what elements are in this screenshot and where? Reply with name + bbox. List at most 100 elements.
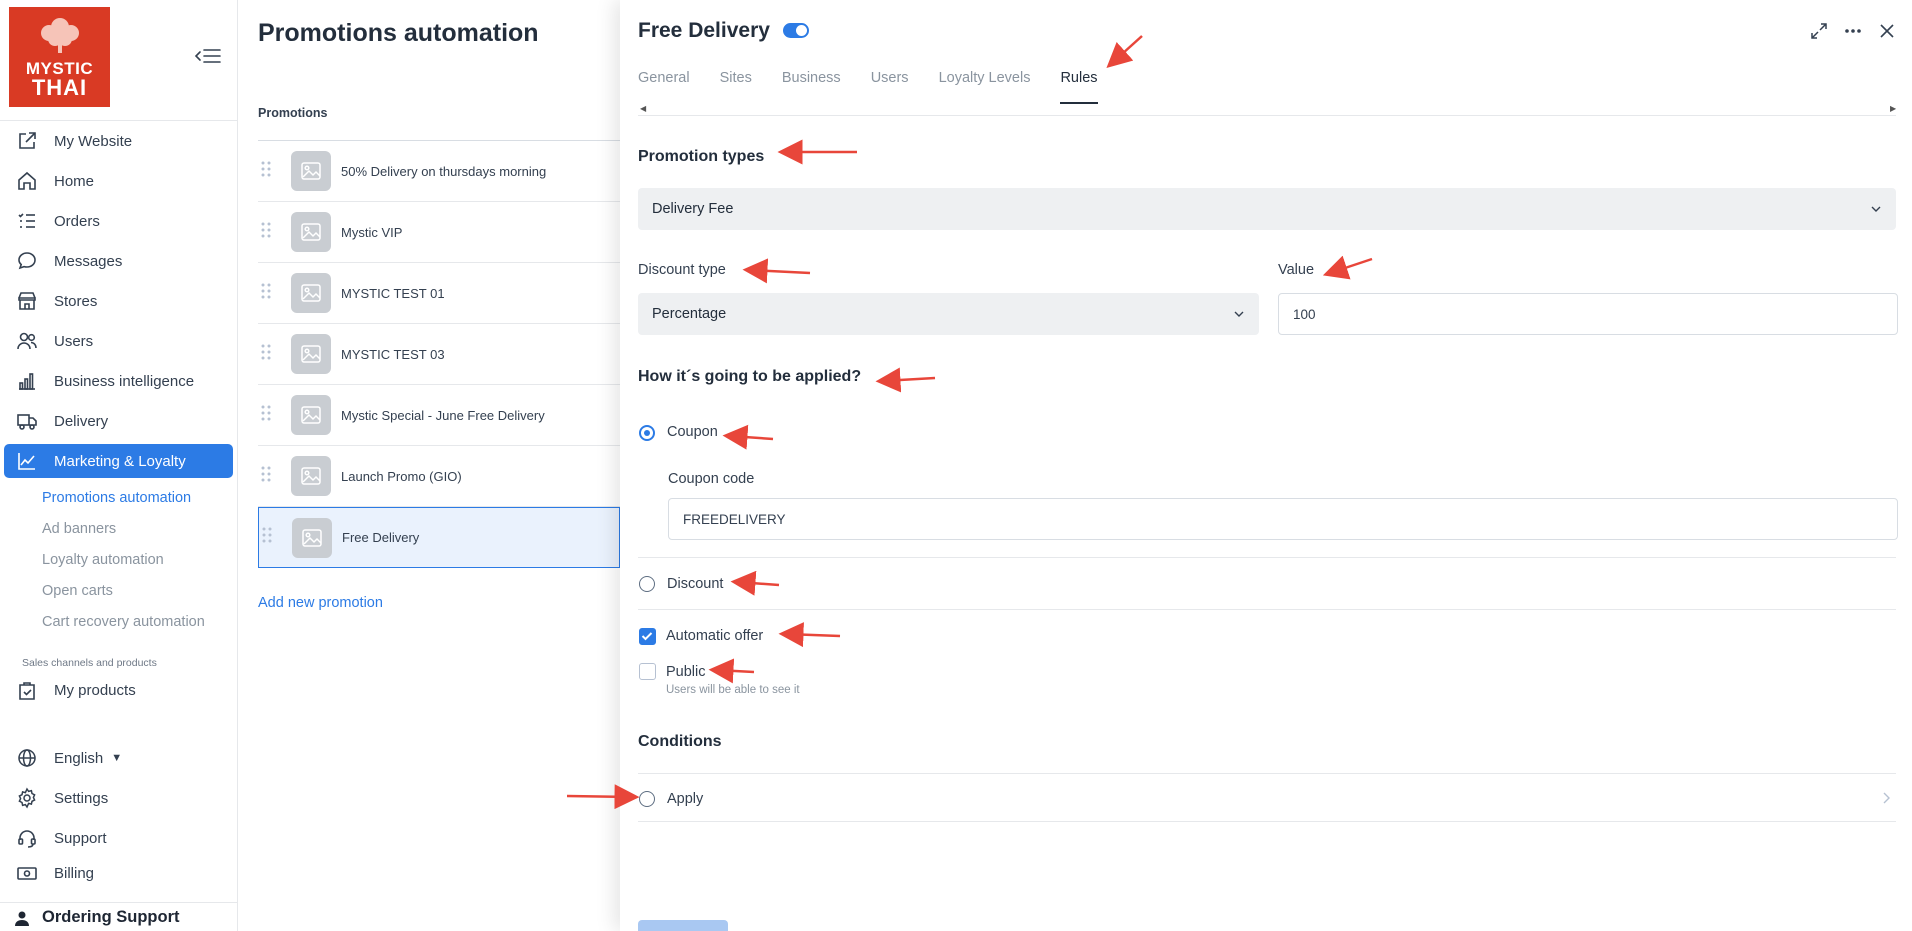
headset-icon — [18, 830, 36, 848]
automatic-offer-label: Automatic offer — [666, 628, 764, 644]
sidebar: MYSTIC THAI My Website Home Orders Messa… — [0, 0, 238, 931]
subnav-promotions-automation[interactable]: Promotions automation — [42, 490, 191, 506]
enabled-toggle[interactable] — [783, 23, 809, 38]
promotion-row[interactable]: MYSTIC TEST 03 — [258, 324, 620, 385]
automatic-offer-checkbox[interactable] — [639, 628, 656, 645]
expand-icon[interactable] — [1808, 20, 1830, 42]
nav-stores[interactable]: Stores — [4, 284, 233, 318]
subnav-loyalty-automation[interactable]: Loyalty automation — [42, 552, 164, 568]
users-icon — [17, 332, 37, 350]
page-title: Promotions automation — [258, 19, 539, 47]
discount-type-select[interactable]: Percentage — [638, 293, 1259, 335]
section-caption: Sales channels and products — [22, 657, 157, 669]
nav-settings[interactable]: Settings — [4, 781, 233, 815]
coupon-code-input[interactable]: FREEDELIVERY — [668, 498, 1898, 540]
discount-label: Discount — [667, 576, 724, 592]
nav-marketing-loyalty[interactable]: Marketing & Loyalty — [4, 444, 233, 478]
promotion-types-title: Promotion types — [638, 148, 765, 165]
apply-radio[interactable] — [639, 791, 655, 807]
logo-line2: THAI — [31, 75, 88, 100]
promotion-detail-panel: Free Delivery General Sites Business Use… — [620, 0, 1912, 931]
public-hint: Users will be able to see it — [666, 684, 800, 696]
bag-check-icon — [19, 682, 35, 700]
tabs-scroll-left-icon[interactable]: ◀ — [640, 104, 646, 113]
apply-label: Apply — [667, 791, 704, 807]
promotion-row[interactable]: Mystic Special - June Free Delivery — [258, 385, 620, 446]
tabs-divider — [638, 115, 1896, 116]
add-new-promotion-link[interactable]: Add new promotion — [258, 595, 383, 611]
nav-orders[interactable]: Orders — [4, 204, 233, 238]
tree-icon — [41, 18, 79, 53]
subnav-open-carts[interactable]: Open carts — [42, 583, 113, 599]
promotion-row[interactable]: Mystic VIP — [258, 202, 620, 263]
tab-loyalty-levels[interactable]: Loyalty Levels — [939, 70, 1031, 104]
image-placeholder-icon — [291, 151, 331, 191]
list-header: Promotions — [258, 106, 328, 120]
more-options-icon[interactable] — [1842, 20, 1864, 42]
sidebar-divider — [0, 120, 237, 121]
nav-messages[interactable]: Messages — [4, 244, 233, 278]
subnav-ad-banners[interactable]: Ad banners — [42, 521, 116, 537]
drag-handle-icon[interactable] — [261, 222, 275, 243]
drag-handle-icon[interactable] — [261, 466, 275, 487]
promotion-name: MYSTIC TEST 03 — [341, 346, 445, 362]
nav-billing[interactable]: Billing — [4, 856, 233, 890]
promotion-row[interactable]: 50% Delivery on thursdays morning — [258, 141, 620, 202]
language-label: English — [54, 749, 104, 767]
subnav-cart-recovery[interactable]: Cart recovery automation — [42, 614, 205, 630]
brand-logo[interactable]: MYSTIC THAI — [9, 7, 110, 107]
promotion-row[interactable]: Free Delivery — [258, 507, 620, 568]
nav-home[interactable]: Home — [4, 164, 233, 198]
value-input[interactable]: 100 — [1278, 293, 1898, 335]
home-icon — [18, 171, 36, 190]
nav-label: Stores — [54, 292, 98, 310]
promotion-row[interactable]: Launch Promo (GIO) — [258, 446, 620, 507]
chevron-right-icon[interactable] — [1882, 791, 1892, 810]
tab-users[interactable]: Users — [871, 70, 909, 104]
tab-general[interactable]: General — [638, 70, 690, 104]
collapse-sidebar-icon[interactable] — [193, 46, 223, 66]
nav-my-website[interactable]: My Website — [4, 124, 233, 158]
tabs-scroll-right-icon[interactable]: ▶ — [1890, 104, 1896, 113]
promotion-name: MYSTIC TEST 01 — [341, 285, 445, 301]
divider — [638, 609, 1896, 610]
nav-support[interactable]: Support — [4, 821, 233, 855]
promotion-name: Launch Promo (GIO) — [341, 468, 462, 484]
tab-rules[interactable]: Rules — [1060, 70, 1098, 104]
public-label: Public — [666, 664, 706, 680]
close-icon[interactable] — [1876, 20, 1898, 42]
coupon-radio[interactable] — [639, 425, 655, 441]
drag-handle-icon[interactable] — [261, 344, 275, 365]
nav-label: Support — [54, 829, 107, 847]
nav-delivery[interactable]: Delivery — [4, 404, 233, 438]
public-checkbox[interactable] — [639, 663, 656, 680]
drag-handle-icon[interactable] — [262, 527, 276, 548]
account-menu[interactable]: Ordering Support — [14, 908, 180, 927]
store-icon — [18, 292, 36, 310]
tab-sites[interactable]: Sites — [720, 70, 752, 104]
divider — [638, 821, 1896, 822]
nav-my-products[interactable]: My products — [4, 673, 233, 707]
discount-type-value: Percentage — [652, 306, 727, 322]
tab-business[interactable]: Business — [782, 70, 841, 104]
nav-label: Home — [54, 172, 95, 190]
discount-radio[interactable] — [639, 576, 655, 592]
cash-icon — [17, 867, 37, 880]
divider — [638, 773, 1896, 774]
promotion-type-select[interactable]: Delivery Fee — [638, 188, 1896, 230]
promotion-row[interactable]: MYSTIC TEST 01 — [258, 263, 620, 324]
nav-label: Orders — [54, 212, 100, 230]
nav-label: Delivery — [54, 412, 109, 430]
nav-label: My products — [54, 681, 136, 699]
nav-business-intelligence[interactable]: Business intelligence — [4, 364, 233, 398]
language-selector[interactable]: English ▼ — [4, 741, 233, 775]
image-placeholder-icon — [291, 334, 331, 374]
coupon-code-label: Coupon code — [668, 471, 755, 487]
caret-down-icon: ▼ — [111, 752, 123, 764]
nav-users[interactable]: Users — [4, 324, 233, 358]
drag-handle-icon[interactable] — [261, 283, 275, 304]
drag-handle-icon[interactable] — [261, 405, 275, 426]
drag-handle-icon[interactable] — [261, 161, 275, 182]
save-button[interactable] — [638, 920, 728, 931]
user-icon — [15, 911, 29, 926]
